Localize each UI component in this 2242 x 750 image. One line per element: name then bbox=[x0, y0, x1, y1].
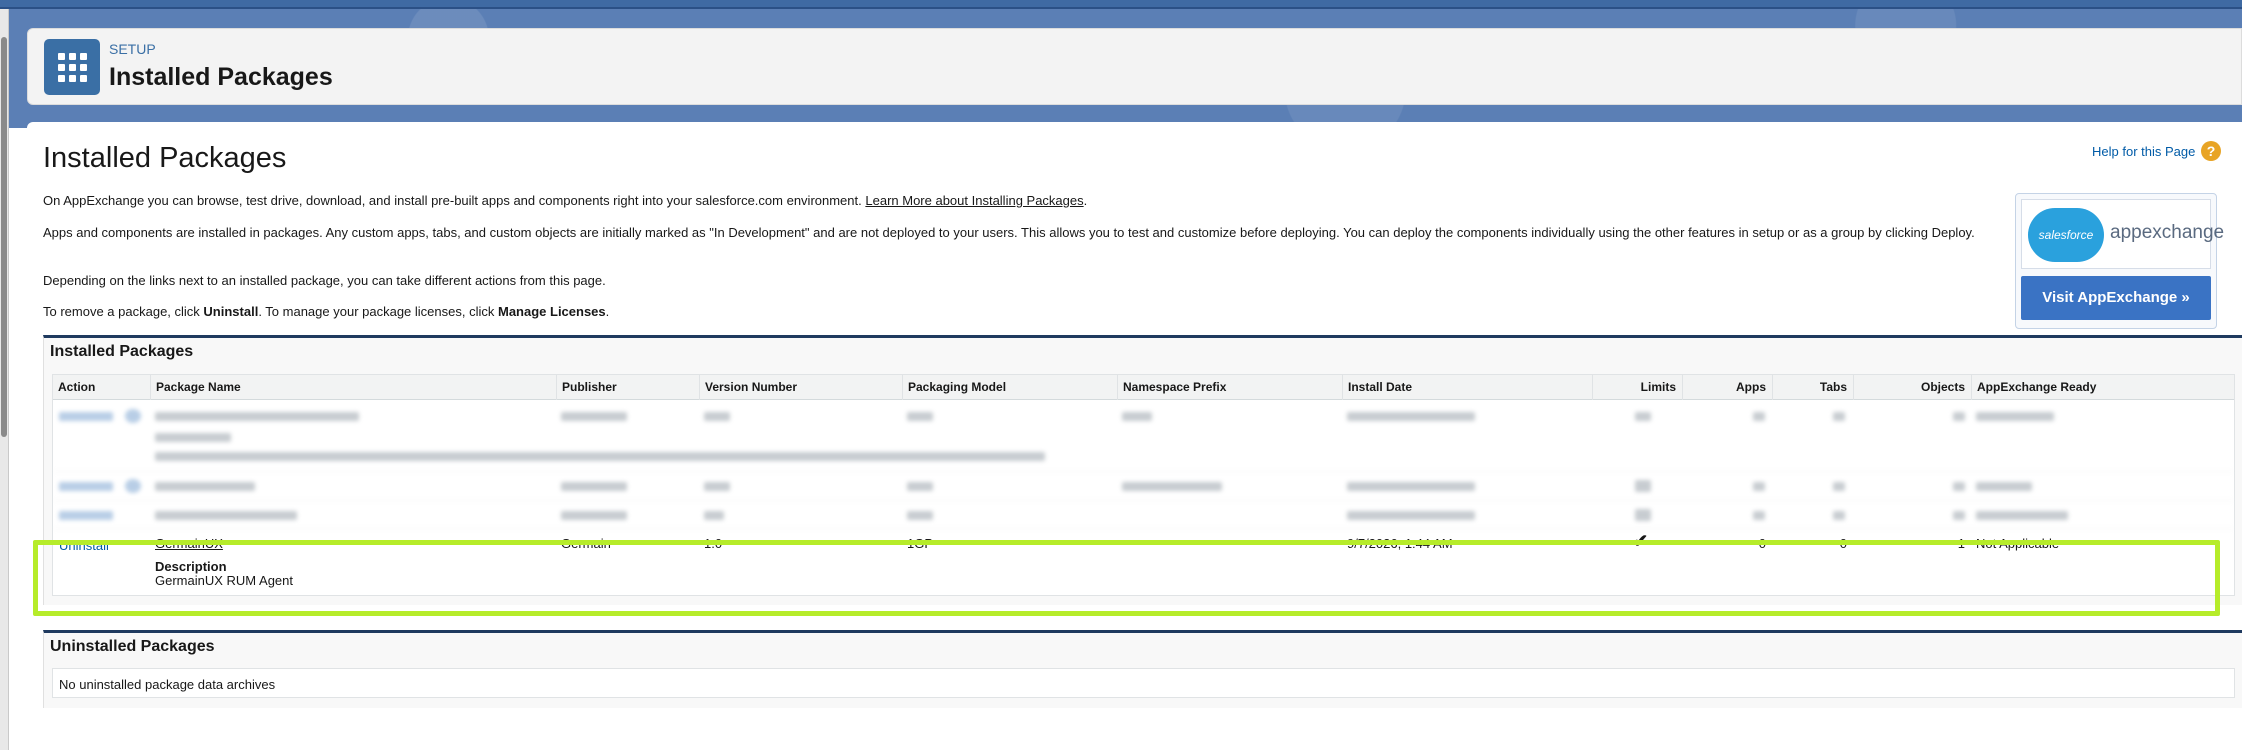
uninstalled-packages-table: No uninstalled package data archives bbox=[52, 668, 2235, 698]
tabs-cell: 0 bbox=[1839, 536, 1847, 551]
intro-paragraph-1: On AppExchange you can browse, test driv… bbox=[43, 193, 1088, 208]
salesforce-cloud-logo: salesforce bbox=[2028, 208, 2104, 262]
limits-check-icon[interactable]: ✔ bbox=[1633, 531, 1648, 552]
col-appexchange-ready: AppExchange Ready bbox=[1971, 375, 2235, 400]
table-row-redacted bbox=[53, 400, 2234, 472]
objects-cell: 1 bbox=[1957, 536, 1965, 551]
breadcrumb[interactable]: SETUP bbox=[109, 41, 156, 57]
col-action: Action bbox=[58, 380, 96, 394]
appexchange-logo: salesforce appexchange bbox=[2021, 199, 2224, 269]
intro-paragraph-3: Depending on the links next to an instal… bbox=[43, 273, 606, 288]
section-title: Uninstalled Packages bbox=[50, 638, 215, 655]
apps-cell: 0 bbox=[1758, 536, 1766, 551]
empty-message: No uninstalled package data archives bbox=[59, 677, 276, 692]
scrollbar-thumb[interactable] bbox=[1, 37, 7, 437]
top-strip bbox=[0, 0, 2242, 9]
visit-appexchange-button[interactable]: Visit AppExchange » bbox=[2021, 276, 2211, 320]
version-cell: 1.0 bbox=[704, 536, 723, 551]
app-launcher-icon[interactable] bbox=[44, 39, 100, 95]
appexchange-ready-cell: Not Applicable bbox=[1976, 536, 2060, 551]
package-name-link[interactable]: GermainUX bbox=[155, 536, 223, 551]
table-header: Action Package Name Publisher Version Nu… bbox=[53, 375, 2234, 400]
col-objects: Objects bbox=[1853, 375, 1971, 400]
table-row-redacted bbox=[53, 472, 2234, 501]
installed-packages-section: Installed Packages Action Package Name P… bbox=[43, 335, 2242, 605]
col-tabs: Tabs bbox=[1772, 375, 1853, 400]
table-row-germainux: Uninstall GermainUX Description GermainU… bbox=[53, 529, 2234, 595]
col-publisher: Publisher bbox=[556, 375, 699, 400]
publisher-cell: Germain bbox=[561, 536, 611, 551]
main-panel: Installed Packages Help for this Page ? … bbox=[27, 122, 2242, 750]
intro-paragraph-2: Apps and components are installed in pac… bbox=[43, 225, 1975, 240]
appexchange-wordmark: appexchange bbox=[2110, 222, 2225, 243]
col-limits: Limits bbox=[1592, 375, 1682, 400]
col-apps: Apps bbox=[1682, 375, 1772, 400]
learn-more-link[interactable]: Learn More about Installing Packages bbox=[865, 193, 1083, 208]
description-label: Description bbox=[155, 559, 227, 574]
description-text: GermainUX RUM Agent bbox=[155, 573, 293, 588]
uninstalled-packages-section: Uninstalled Packages No uninstalled pack… bbox=[43, 630, 2242, 708]
col-package-name: Package Name bbox=[150, 375, 556, 400]
col-install-date: Install Date bbox=[1342, 375, 1592, 400]
install-date-cell: 9/7/2026, 1:44 AM bbox=[1347, 536, 1453, 551]
col-packaging-model: Packaging Model bbox=[902, 375, 1117, 400]
col-version-number: Version Number bbox=[699, 375, 902, 400]
page-title: Installed Packages bbox=[43, 142, 287, 174]
uninstall-link[interactable]: Uninstall bbox=[59, 538, 109, 553]
section-title: Installed Packages bbox=[50, 343, 194, 360]
setup-header: SETUP Installed Packages bbox=[27, 28, 2242, 105]
appexchange-promo: salesforce appexchange Visit AppExchange… bbox=[2015, 193, 2224, 329]
header-title: Installed Packages bbox=[109, 63, 333, 91]
packaging-model-cell: 1GP bbox=[907, 536, 934, 551]
col-namespace-prefix: Namespace Prefix bbox=[1117, 375, 1342, 400]
intro-paragraph-4: To remove a package, click Uninstall. To… bbox=[43, 304, 610, 319]
installed-packages-table: Action Package Name Publisher Version Nu… bbox=[52, 374, 2235, 596]
left-scrollbar[interactable] bbox=[0, 9, 9, 750]
table-row-redacted bbox=[53, 501, 2234, 529]
help-link[interactable]: Help for this Page bbox=[2092, 144, 2195, 159]
help-icon[interactable]: ? bbox=[2201, 141, 2221, 161]
